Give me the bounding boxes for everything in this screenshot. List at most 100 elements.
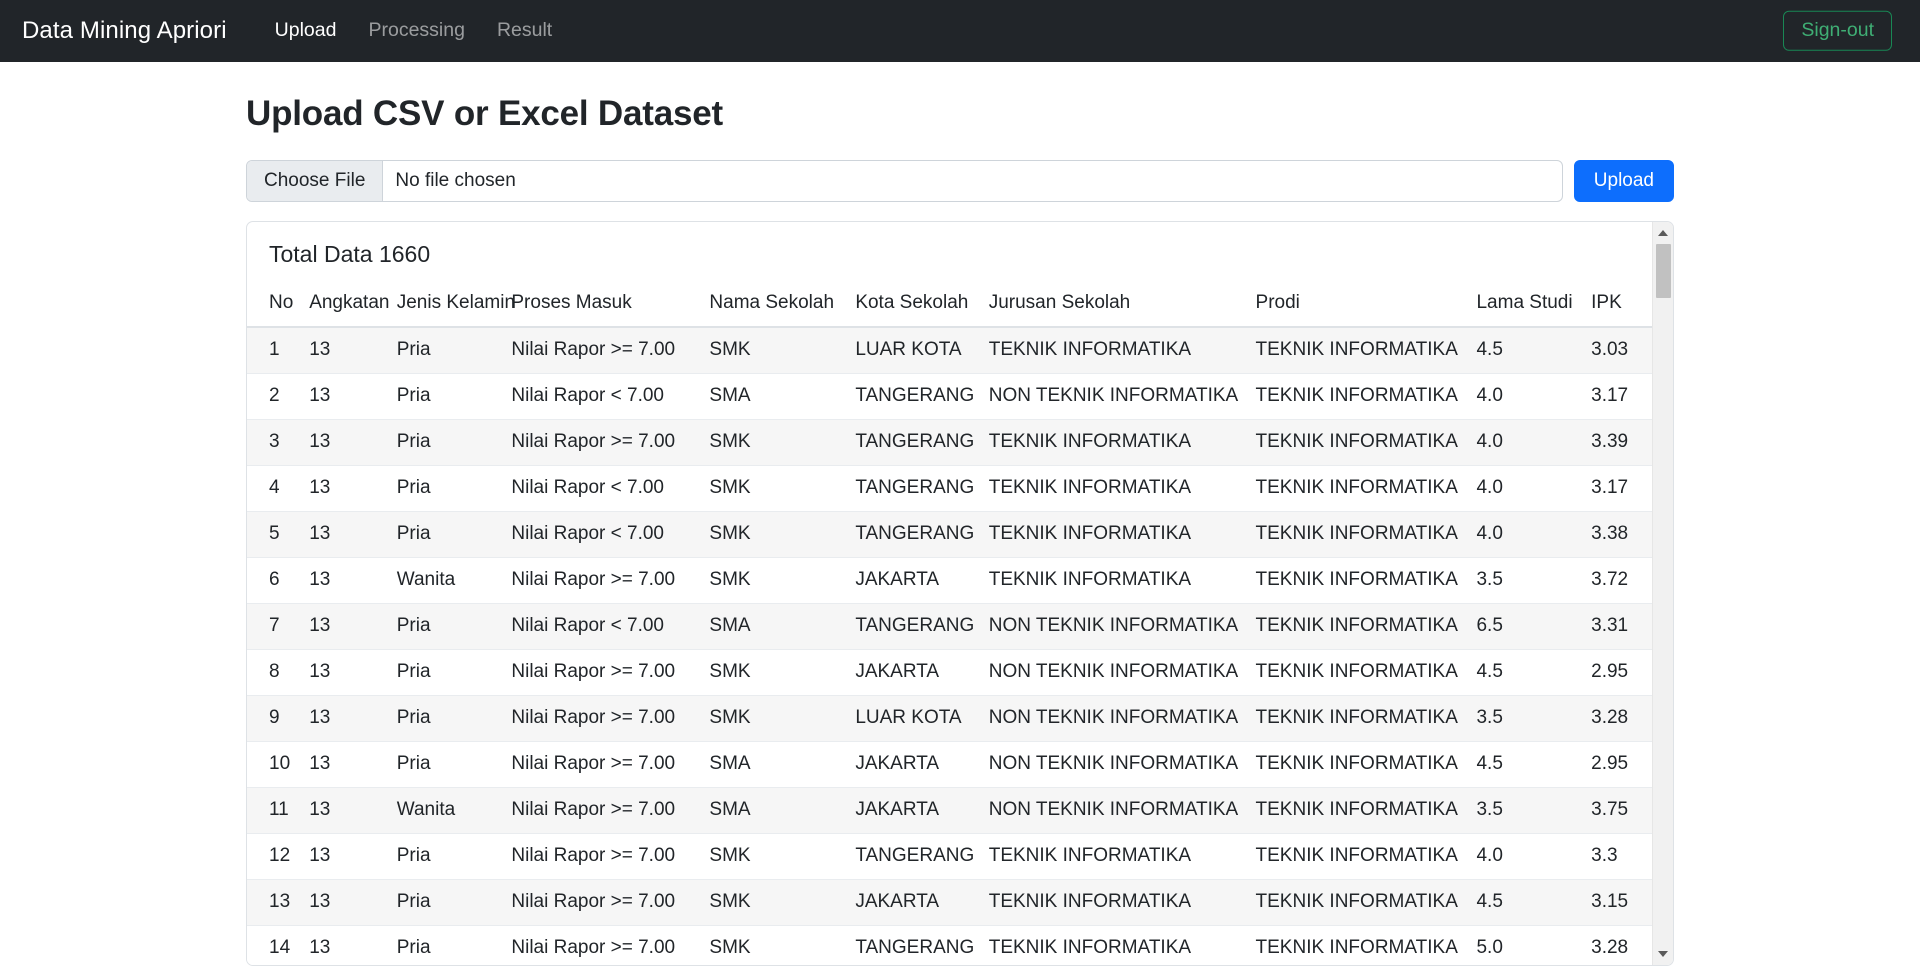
navbar-brand[interactable]: Data Mining Apriori	[22, 17, 227, 45]
dataset-scrollbar[interactable]	[1652, 222, 1673, 965]
cell-ipk: 2.95	[1583, 741, 1652, 788]
table-row: 12 13 Pria Nilai Rapor >= 7.00 SMK TANGERANG T…	[247, 833, 1652, 880]
scrollbar-thumb[interactable]	[1656, 244, 1671, 298]
cell-no: 10	[247, 741, 302, 788]
cell-proses-masuk: Nilai Rapor >= 7.00	[503, 879, 702, 926]
cell-proses-masuk: Nilai Rapor >= 7.00	[503, 695, 702, 742]
cell-jenis-kelamin: Pria	[388, 649, 504, 696]
cell-nama-sekolah: SMK	[701, 879, 848, 926]
cell-proses-masuk: Nilai Rapor >= 7.00	[503, 741, 702, 788]
dataset-table-body: 1 13 Pria Nilai Rapor >= 7.00 SMK LUAR KOTA TE…	[247, 326, 1652, 965]
table-row: 7 13 Pria Nilai Rapor < 7.00 SMA TANGERANG NON…	[247, 603, 1652, 650]
cell-kota-sekolah: TANGERANG	[847, 465, 981, 512]
cell-jurusan-sekolah: TEKNIK INFORMATIKA	[980, 419, 1248, 466]
cell-proses-masuk: Nilai Rapor >= 7.00	[503, 925, 702, 965]
cell-jurusan-sekolah: TEKNIK INFORMATIKA	[980, 879, 1248, 926]
cell-lama-studi: 4.5	[1468, 649, 1584, 696]
cell-nama-sekolah: SMA	[701, 787, 848, 834]
total-data-label: Total Data 1660	[269, 241, 431, 267]
page-container: Upload CSV or Excel Dataset Choose File …	[0, 93, 1920, 966]
cell-jenis-kelamin: Pria	[388, 419, 504, 466]
cell-ipk: 3.75	[1583, 787, 1652, 834]
cell-no: 3	[247, 419, 302, 466]
cell-jurusan-sekolah: NON TEKNIK INFORMATIKA	[980, 695, 1248, 742]
cell-jurusan-sekolah: TEKNIK INFORMATIKA	[980, 465, 1248, 512]
cell-lama-studi: 3.5	[1468, 787, 1584, 834]
dataset-preview-card: Total Data 1660 No Angkatan Jenis Kelami…	[246, 221, 1674, 966]
cell-kota-sekolah: JAKARTA	[847, 787, 981, 834]
cell-kota-sekolah: TANGERANG	[847, 373, 981, 420]
cell-angkatan: 13	[301, 787, 389, 834]
cell-angkatan: 13	[301, 603, 389, 650]
dataset-table: No Angkatan Jenis Kelamin Proses Masuk N…	[247, 284, 1652, 965]
cell-jenis-kelamin: Pria	[388, 603, 504, 650]
cell-jurusan-sekolah: NON TEKNIK INFORMATIKA	[980, 787, 1248, 834]
cell-nama-sekolah: SMK	[701, 833, 848, 880]
cell-angkatan: 13	[301, 326, 389, 374]
table-row: 10 13 Pria Nilai Rapor >= 7.00 SMA JAKARTA NON…	[247, 741, 1652, 788]
table-row: 9 13 Pria Nilai Rapor >= 7.00 SMK LUAR KOTA NO…	[247, 695, 1652, 742]
cell-jurusan-sekolah: TEKNIK INFORMATIKA	[980, 833, 1248, 880]
navbar-links: Upload Processing Result	[259, 12, 569, 49]
cell-angkatan: 13	[301, 833, 389, 880]
cell-kota-sekolah: JAKARTA	[847, 649, 981, 696]
cell-proses-masuk: Nilai Rapor >= 7.00	[503, 833, 702, 880]
cell-jurusan-sekolah: TEKNIK INFORMATIKA	[980, 557, 1248, 604]
cell-prodi: TEKNIK INFORMATIKA	[1247, 925, 1469, 965]
cell-jenis-kelamin: Pria	[388, 373, 504, 420]
column-header-no: No	[247, 284, 302, 328]
cell-jurusan-sekolah: NON TEKNIK INFORMATIKA	[980, 649, 1248, 696]
cell-jenis-kelamin: Pria	[388, 879, 504, 926]
cell-no: 13	[247, 879, 302, 926]
cell-kota-sekolah: LUAR KOTA	[847, 695, 981, 742]
scroll-down-arrow-icon[interactable]	[1653, 945, 1673, 963]
table-row: 5 13 Pria Nilai Rapor < 7.00 SMK TANGERANG TEK…	[247, 511, 1652, 558]
dataset-scroll-area[interactable]: Total Data 1660 No Angkatan Jenis Kelami…	[247, 222, 1652, 965]
file-input[interactable]: Choose File No file chosen	[246, 160, 1563, 202]
cell-kota-sekolah: TANGERANG	[847, 925, 981, 965]
cell-prodi: TEKNIK INFORMATIKA	[1247, 465, 1469, 512]
cell-angkatan: 13	[301, 465, 389, 512]
cell-no: 6	[247, 557, 302, 604]
scroll-up-arrow-icon[interactable]	[1653, 224, 1673, 242]
cell-nama-sekolah: SMA	[701, 373, 848, 420]
nav-link-upload[interactable]: Upload	[259, 12, 353, 49]
cell-angkatan: 13	[301, 511, 389, 558]
cell-lama-studi: 5.0	[1468, 925, 1584, 965]
cell-kota-sekolah: JAKARTA	[847, 879, 981, 926]
table-row: 1 13 Pria Nilai Rapor >= 7.00 SMK LUAR KOTA TE…	[247, 326, 1652, 374]
cell-angkatan: 13	[301, 925, 389, 965]
nav-link-result[interactable]: Result	[481, 12, 568, 49]
cell-ipk: 3.28	[1583, 925, 1652, 965]
column-header-jenis-kelamin: Jenis Kelamin	[388, 284, 515, 328]
cell-no: 4	[247, 465, 302, 512]
column-header-kota-sekolah: Kota Sekolah	[847, 284, 981, 328]
choose-file-button[interactable]: Choose File	[247, 161, 384, 201]
cell-jurusan-sekolah: TEKNIK INFORMATIKA	[980, 511, 1248, 558]
sign-out-button[interactable]: Sign-out	[1783, 10, 1892, 52]
top-navbar: Data Mining Apriori Upload Processing Re…	[0, 0, 1920, 62]
cell-lama-studi: 4.0	[1468, 511, 1584, 558]
cell-kota-sekolah: TANGERANG	[847, 419, 981, 466]
upload-button[interactable]: Upload	[1573, 160, 1674, 202]
table-row: 14 13 Pria Nilai Rapor >= 7.00 SMK TANGERANG T…	[247, 925, 1652, 965]
cell-nama-sekolah: SMA	[701, 603, 848, 650]
cell-ipk: 3.03	[1583, 326, 1652, 374]
cell-prodi: TEKNIK INFORMATIKA	[1247, 879, 1469, 926]
cell-nama-sekolah: SMK	[701, 695, 848, 742]
cell-ipk: 3.3	[1583, 833, 1652, 880]
cell-lama-studi: 4.0	[1468, 833, 1584, 880]
nav-link-processing[interactable]: Processing	[352, 12, 480, 49]
upload-form-row: Choose File No file chosen Upload	[246, 160, 1674, 202]
cell-kota-sekolah: TANGERANG	[847, 603, 981, 650]
cell-jenis-kelamin: Pria	[388, 833, 504, 880]
cell-lama-studi: 4.5	[1468, 879, 1584, 926]
cell-prodi: TEKNIK INFORMATIKA	[1247, 373, 1469, 420]
cell-proses-masuk: Nilai Rapor >= 7.00	[503, 649, 702, 696]
cell-proses-masuk: Nilai Rapor < 7.00	[503, 511, 702, 558]
cell-kota-sekolah: LUAR KOTA	[847, 326, 981, 374]
column-header-nama-sekolah: Nama Sekolah	[701, 284, 848, 328]
table-row: 2 13 Pria Nilai Rapor < 7.00 SMA TANGERANG NON…	[247, 373, 1652, 420]
table-row: 13 13 Pria Nilai Rapor >= 7.00 SMK JAKARTA TEK…	[247, 879, 1652, 926]
cell-proses-masuk: Nilai Rapor >= 7.00	[503, 557, 702, 604]
